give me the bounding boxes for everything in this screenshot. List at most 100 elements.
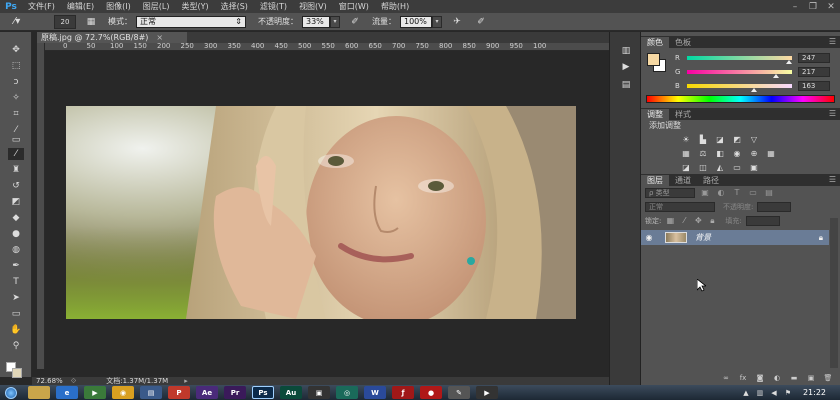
opacity-field[interactable]: 33%: [302, 15, 330, 28]
volume-icon[interactable]: ◀: [769, 389, 779, 397]
color-balance-icon[interactable]: ⚖: [696, 148, 710, 158]
threshold-icon[interactable]: ◭: [713, 162, 727, 172]
layer-opacity-field[interactable]: [757, 201, 792, 212]
menu-file[interactable]: 文件(F): [22, 1, 61, 12]
panel-menu-icon[interactable]: ☰: [829, 175, 836, 184]
actions-panel-icon[interactable]: ▶: [618, 60, 634, 74]
network-icon[interactable]: ▥: [755, 389, 765, 397]
link-layers-icon[interactable]: ∞: [720, 374, 732, 382]
red-slider[interactable]: [687, 56, 792, 64]
healing-tool-icon[interactable]: ▭: [8, 134, 24, 146]
posterize-icon[interactable]: ◫: [696, 162, 710, 172]
panel-menu-icon[interactable]: ☰: [829, 37, 836, 46]
opacity-dropdown-icon[interactable]: ▾: [330, 15, 340, 28]
taskbar-app-au[interactable]: Au: [280, 386, 302, 399]
flow-dropdown-icon[interactable]: ▾: [432, 15, 442, 28]
taskbar-app-pen[interactable]: ✎: [448, 386, 470, 399]
taskbar-app-flash[interactable]: ƒ: [392, 386, 414, 399]
tab-channels[interactable]: 通道: [669, 175, 697, 186]
photo-filter-icon[interactable]: ◉: [730, 148, 744, 158]
invert-icon[interactable]: ◪: [679, 162, 693, 172]
start-button[interactable]: [0, 385, 22, 400]
red-value[interactable]: 247: [798, 53, 830, 63]
lock-transparency-icon[interactable]: ▦: [665, 216, 675, 225]
layers-scrollbar[interactable]: [830, 218, 838, 368]
close-icon[interactable]: ✕: [822, 0, 840, 13]
menu-edit[interactable]: 编辑(E): [61, 1, 100, 12]
taskbar-app-folder[interactable]: [28, 386, 50, 399]
flow-field[interactable]: 100%: [400, 15, 432, 28]
taskbar-app-ps[interactable]: Ps: [252, 386, 274, 399]
taskbar-app-screen[interactable]: ▣: [308, 386, 330, 399]
tab-layers[interactable]: 图层: [641, 175, 669, 186]
levels-icon[interactable]: ▙: [696, 134, 710, 144]
filter-pixel-icon[interactable]: ▣: [699, 188, 711, 197]
taskbar-app-camera[interactable]: ◎: [336, 386, 358, 399]
restore-icon[interactable]: ❐: [804, 0, 822, 13]
green-slider-knob[interactable]: [773, 74, 779, 78]
taskbar-app-ie[interactable]: e: [56, 386, 78, 399]
taskbar-app-explorer[interactable]: ▤: [140, 386, 162, 399]
crop-tool-icon[interactable]: ⌗: [8, 108, 24, 120]
curves-icon[interactable]: ◪: [713, 134, 727, 144]
type-tool-icon[interactable]: T: [8, 276, 24, 288]
marquee-tool-icon[interactable]: ⬚: [8, 60, 24, 72]
lock-all-icon[interactable]: 🔒︎: [707, 216, 717, 226]
new-layer-icon[interactable]: ▣: [805, 374, 817, 382]
taskbar-app-media[interactable]: ▶: [84, 386, 106, 399]
taskbar-app-video[interactable]: ▶: [476, 386, 498, 399]
fill-field[interactable]: [745, 215, 780, 226]
layer-mask-icon[interactable]: ◙: [754, 374, 766, 382]
arrow-up-icon[interactable]: ▲: [741, 389, 751, 397]
brush-size-picker[interactable]: 20: [54, 14, 76, 29]
status-menu-icon[interactable]: ▸: [184, 377, 188, 385]
red-slider-knob[interactable]: [786, 60, 792, 64]
menu-image[interactable]: 图像(I): [100, 1, 137, 12]
layer-filter-select[interactable]: ρ 类型: [645, 187, 695, 198]
quick-select-tool-icon[interactable]: ✧: [8, 92, 24, 104]
clone-stamp-tool-icon[interactable]: ♜: [8, 164, 24, 176]
filter-type-icon[interactable]: T: [731, 188, 743, 197]
zoom-tool-icon[interactable]: ⚲: [8, 340, 24, 352]
taskbar-app-recorder[interactable]: ●: [420, 386, 442, 399]
menu-type[interactable]: 类型(Y): [175, 1, 214, 12]
color-lookup-icon[interactable]: ▦: [764, 148, 778, 158]
hue-saturation-icon[interactable]: ▦: [679, 148, 693, 158]
lasso-tool-icon[interactable]: ↄ: [8, 76, 24, 88]
taskbar-app-pr[interactable]: Pr: [224, 386, 246, 399]
taskbar-app-ae[interactable]: Ae: [196, 386, 218, 399]
layer-name[interactable]: 背景: [695, 232, 711, 243]
brightness-icon[interactable]: ☀: [679, 134, 693, 144]
eye-icon[interactable]: ◉: [641, 233, 657, 242]
brush-tool-preset-icon[interactable]: ⁄▾: [0, 14, 34, 30]
taskbar-app-wps[interactable]: W: [364, 386, 386, 399]
paint-bucket-tool-icon[interactable]: ◆: [8, 212, 24, 224]
menu-help[interactable]: 帮助(H): [375, 1, 415, 12]
blue-slider[interactable]: [687, 84, 792, 92]
color-spectrum-ramp[interactable]: [646, 95, 835, 103]
layer-style-icon[interactable]: fx: [737, 374, 749, 382]
history-brush-tool-icon[interactable]: ↺: [8, 180, 24, 192]
menu-filter[interactable]: 滤镜(T): [254, 1, 293, 12]
brush-tool-icon[interactable]: ⁄: [8, 148, 24, 160]
menu-select[interactable]: 选择(S): [215, 1, 254, 12]
pressure-size-icon[interactable]: ✐: [474, 15, 488, 29]
gradient-map-icon[interactable]: ▭: [730, 162, 744, 172]
foreground-swatch[interactable]: [647, 53, 660, 66]
minimize-icon[interactable]: –: [786, 0, 804, 13]
brush-panel-toggle-icon[interactable]: ▦: [84, 15, 98, 29]
close-icon[interactable]: ×: [156, 33, 163, 42]
eraser-tool-icon[interactable]: ◩: [8, 196, 24, 208]
hand-tool-icon[interactable]: ✋: [8, 324, 24, 336]
layer-row-background[interactable]: ◉ 背景 🔒︎: [641, 230, 829, 245]
portrait-photo[interactable]: [66, 106, 576, 319]
pressure-opacity-icon[interactable]: ✐: [348, 15, 362, 29]
menu-layer[interactable]: 图层(L): [137, 1, 176, 12]
shape-tool-icon[interactable]: ▭: [8, 308, 24, 320]
blur-tool-icon[interactable]: ●: [8, 228, 24, 240]
tab-swatches[interactable]: 色板: [669, 37, 697, 48]
vibrance-icon[interactable]: ▽: [747, 134, 761, 144]
blue-value[interactable]: 163: [798, 81, 830, 91]
green-value[interactable]: 217: [798, 67, 830, 77]
new-group-icon[interactable]: ▬: [788, 374, 800, 382]
